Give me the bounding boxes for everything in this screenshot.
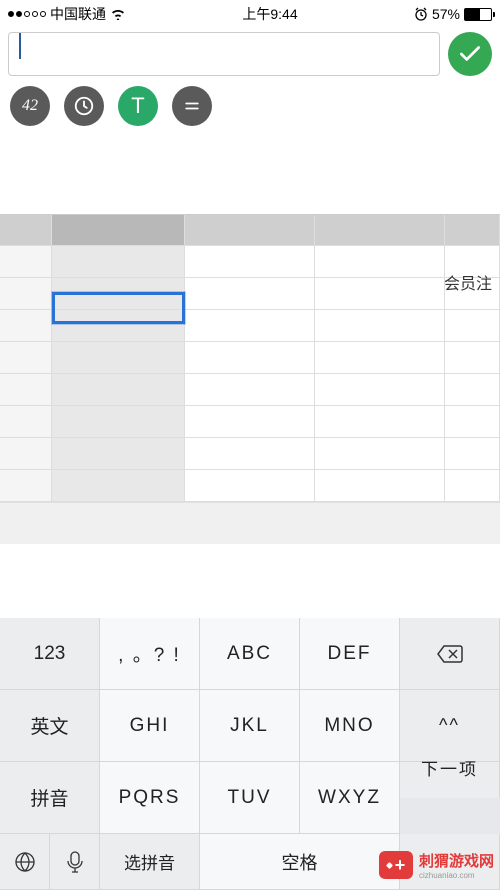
carrier-label: 中国联通 — [50, 4, 106, 24]
key-tuv[interactable]: TUV — [200, 762, 300, 834]
text-format-button[interactable]: T — [118, 86, 158, 126]
status-bar: 中国联通 上午9:44 57% — [0, 0, 500, 28]
key-def[interactable]: DEF — [300, 618, 400, 690]
table-row[interactable] — [0, 246, 500, 278]
key-mno[interactable]: MNO — [300, 690, 400, 762]
sheet-title: 会员注 — [444, 270, 492, 294]
key-globe[interactable] — [0, 834, 50, 890]
table-row[interactable] — [0, 438, 500, 470]
menu-icon — [182, 96, 202, 116]
clock-icon — [73, 95, 95, 117]
format-toolbar: 42 T — [0, 80, 500, 136]
key-abc[interactable]: ABC — [200, 618, 300, 690]
menu-button[interactable] — [172, 86, 212, 126]
key-123[interactable]: 123 — [0, 618, 100, 690]
suggestion-bar — [0, 544, 500, 612]
spreadsheet[interactable]: 会员注 — [0, 214, 500, 502]
formula-bar — [0, 28, 500, 80]
confirm-button[interactable] — [448, 32, 492, 76]
key-pqrs[interactable]: PQRS — [100, 762, 200, 834]
cell-input[interactable] — [8, 32, 440, 76]
key-mic[interactable] — [50, 834, 100, 890]
watermark: + 刺猬游戏网 cizhuaniao.com — [379, 850, 494, 880]
battery-pct: 57% — [432, 6, 460, 22]
number-format-button[interactable]: 42 — [10, 86, 50, 126]
key-jkl[interactable]: JKL — [200, 690, 300, 762]
table-row[interactable] — [0, 406, 500, 438]
key-shift[interactable]: ^^ — [400, 690, 500, 762]
table-row[interactable] — [0, 374, 500, 406]
key-english[interactable]: 英文 — [0, 690, 100, 762]
key-pinyin[interactable]: 拼音 — [0, 762, 100, 834]
signal-icon — [8, 11, 46, 17]
key-backspace[interactable] — [400, 618, 500, 690]
check-icon — [457, 41, 483, 67]
key-space[interactable]: 空格 — [200, 834, 400, 890]
table-row[interactable] — [0, 470, 500, 502]
table-row[interactable] — [0, 342, 500, 374]
toolbar-gap — [0, 502, 500, 544]
key-ghi[interactable]: GHI — [100, 690, 200, 762]
watermark-logo: + — [379, 851, 413, 879]
backspace-icon — [436, 644, 464, 664]
battery-icon — [464, 8, 492, 21]
cell-selection[interactable] — [52, 292, 185, 324]
watermark-en: cizhuaniao.com — [419, 871, 494, 880]
watermark-cn: 刺猬游戏网 — [419, 850, 494, 871]
time-format-button[interactable] — [64, 86, 104, 126]
key-next[interactable]: 下一项 — [400, 762, 500, 798]
key-punct[interactable]: , 。? ! — [100, 618, 200, 690]
mic-icon — [66, 850, 84, 874]
column-header-row[interactable] — [0, 214, 500, 246]
globe-icon — [13, 850, 37, 874]
alarm-icon — [414, 7, 428, 21]
key-wxyz[interactable]: WXYZ — [300, 762, 400, 834]
status-time: 上午9:44 — [242, 4, 297, 24]
wifi-icon — [110, 8, 126, 20]
key-select-pinyin[interactable]: 选拼音 — [100, 834, 200, 890]
